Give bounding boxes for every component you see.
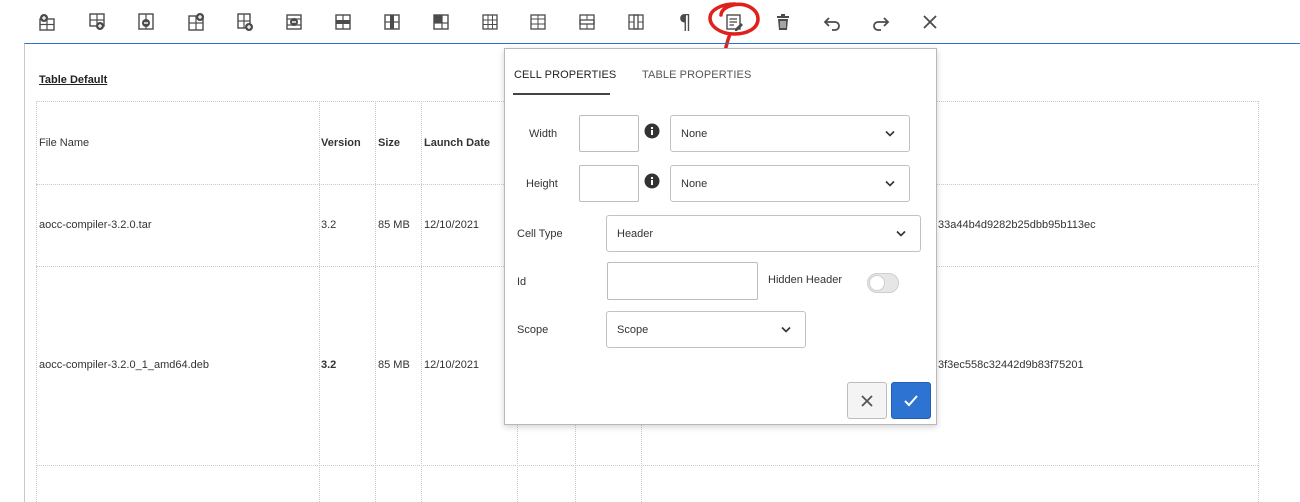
toggle-knob [869,275,885,291]
info-icon[interactable] [644,173,660,189]
table-col-divider [641,425,642,502]
id-input[interactable] [607,262,758,300]
insert-row-below-icon[interactable] [84,9,110,35]
insert-row-above-icon[interactable] [34,9,60,35]
cell-file-name[interactable]: aocc-compiler-3.2.0.tar [39,219,152,231]
delete-column-icon[interactable] [281,9,307,35]
cell-version[interactable]: 3.2 [321,359,336,371]
undo-icon[interactable] [819,9,845,35]
cell-hash[interactable]: 33a44b4d9282b25dbb95b113ec [938,219,1096,231]
table-col-divider [36,101,37,502]
redo-icon[interactable] [868,9,894,35]
split-cells-icon[interactable] [623,9,649,35]
active-tab-indicator [513,93,610,95]
table-grid-icon[interactable] [477,9,503,35]
table-col-divider [1258,101,1259,502]
header-version[interactable]: Version [321,137,361,149]
table-col-divider [319,101,320,502]
cell-hash[interactable]: 3f3ec558c32442d9b83f75201 [938,359,1084,371]
paragraph-icon[interactable]: ¶ [672,9,698,35]
merge-cells-icon[interactable] [574,9,600,35]
select-cell-icon[interactable] [428,9,454,35]
tab-table-properties[interactable]: TABLE PROPERTIES [642,69,751,81]
scope-label: Scope [517,324,549,336]
delete-table-icon[interactable] [770,9,796,35]
checkmark-icon [904,394,918,406]
width-unit-select[interactable]: None [670,115,910,152]
cell-size[interactable]: 85 MB [378,219,410,231]
cell-properties-dialog: CELL PROPERTIES TABLE PROPERTIES Width N… [504,48,937,425]
chevron-down-icon [885,180,895,187]
header-size[interactable]: Size [378,137,400,149]
width-unit-value: None [681,127,708,140]
confirm-button[interactable] [891,382,931,419]
cell-type-select[interactable]: Header [606,215,921,252]
delete-row-icon[interactable] [133,9,159,35]
select-row-icon[interactable] [330,9,356,35]
scope-select[interactable]: Scope [606,311,806,348]
tab-cell-properties[interactable]: CELL PROPERTIES [514,69,616,81]
table-col-divider [421,101,422,502]
cell-launch-date[interactable]: 12/10/2021 [424,219,479,231]
select-column-icon[interactable] [379,9,405,35]
insert-column-before-icon[interactable] [183,9,209,35]
close-icon [861,394,873,407]
chevron-down-icon [781,326,791,333]
cell-size[interactable]: 85 MB [378,359,410,371]
cell-file-name[interactable]: aocc-compiler-3.2.0_1_amd64.deb [39,359,209,371]
cell-type-value: Header [617,227,654,240]
table-title: Table Default [39,74,108,86]
scope-value: Scope [617,323,649,336]
paragraph-glyph: ¶ [678,10,692,34]
cancel-button[interactable] [847,382,887,419]
chevron-down-icon [896,230,906,237]
close-icon[interactable] [917,9,943,35]
table-col-divider [375,101,376,502]
table-col-divider [517,425,518,502]
table-row-divider [36,465,1258,466]
table-grid-alt-icon[interactable] [525,9,551,35]
table-col-divider [575,425,576,502]
cell-properties-icon[interactable] [721,9,747,35]
height-label: Height [526,178,558,190]
header-file-name[interactable]: File Name [39,137,89,149]
width-label: Width [529,128,558,140]
hidden-header-label: Hidden Header [768,274,842,286]
cell-type-label: Cell Type [517,228,563,240]
height-unit-select[interactable]: None [670,165,910,202]
info-icon[interactable] [644,123,660,139]
hidden-header-toggle[interactable] [867,273,899,293]
height-unit-value: None [681,177,708,190]
cell-launch-date[interactable]: 12/10/2021 [424,359,479,371]
width-input[interactable] [579,115,639,152]
table-toolbar: ¶ [0,0,1300,44]
chevron-down-icon [885,130,895,137]
insert-column-after-icon[interactable] [232,9,258,35]
height-input[interactable] [579,165,639,202]
cell-version[interactable]: 3.2 [321,219,336,231]
header-launch-date[interactable]: Launch Date [424,137,490,149]
id-label: Id [517,276,527,288]
